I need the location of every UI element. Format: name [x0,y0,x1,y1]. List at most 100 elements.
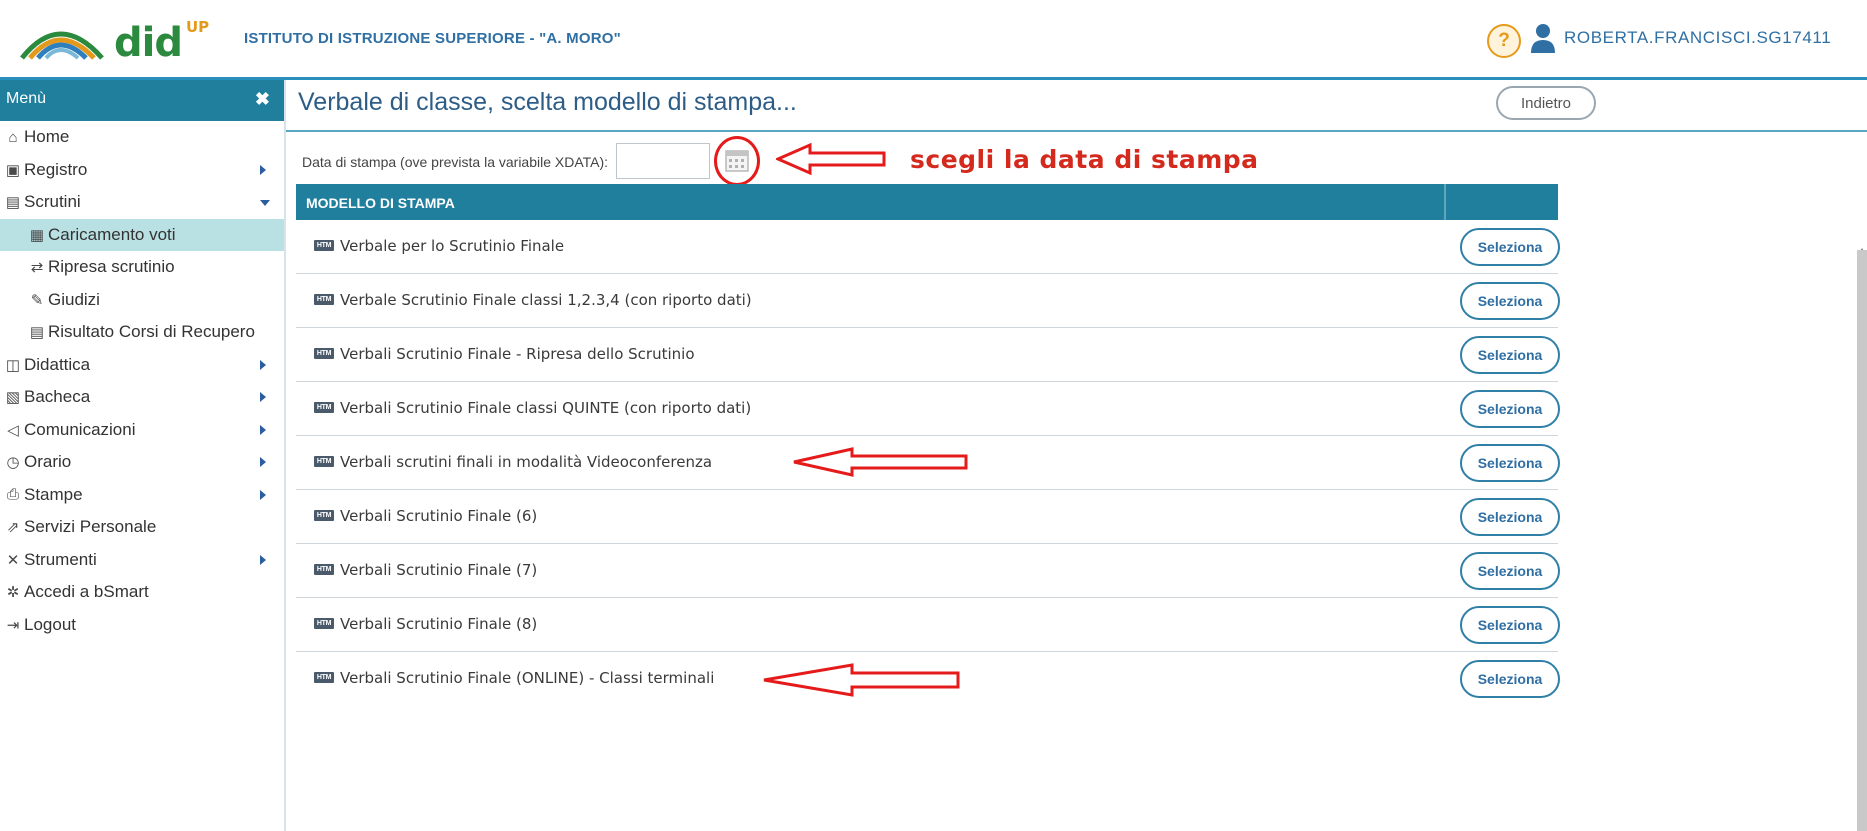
sidebar-item-label: Home [24,127,70,147]
user-name[interactable]: ROBERTA.FRANCISCI.SG17411 [1564,28,1831,48]
tools-icon: ✕ [6,551,20,569]
select-button[interactable]: Seleziona [1460,498,1560,536]
sidebar-item-ripresa-scrutinio[interactable]: ⇄ Ripresa scrutinio [0,251,284,284]
annotation-arrow-icon [763,663,960,697]
print-date-input[interactable] [616,143,710,179]
book-icon: ◫ [5,356,21,374]
user-icon[interactable] [1530,22,1556,54]
column-divider [1444,184,1446,220]
chevron-right-icon [260,424,266,435]
menu-header: Menù ✖ [0,80,284,121]
main-content: Verbale di classe, scelta modello di sta… [286,80,1867,831]
retweet-icon: ⇄ [30,259,44,277]
sidebar-item-label: Bacheca [24,387,91,407]
htm-file-icon: HTM [314,672,334,683]
column-header-modello: MODELLO DI STAMPA [306,195,455,211]
table-row: HTM Verbali Scrutinio Finale classi QUIN… [296,382,1560,436]
sidebar-menu: Menù ✖ ⌂ Home ▣ Registro ▤ Scrutini ▦ Ca… [0,80,286,831]
row-label: Verbali scrutini finali in modalità Vide… [340,453,713,471]
logo-superscript: UP [186,18,210,36]
sidebar-item-orario[interactable]: ◷ Orario [0,446,284,479]
chevron-right-icon [260,164,266,175]
didup-logo[interactable]: did UP [18,14,278,66]
select-button[interactable]: Seleziona [1460,390,1560,428]
document-icon: ▤ [5,194,21,212]
back-button[interactable]: Indietro [1496,86,1596,120]
select-button[interactable]: Seleziona [1460,552,1560,590]
share-icon: ⇗ [6,519,20,537]
megaphone-icon: ◁ [7,421,19,439]
sidebar-item-stampe[interactable]: ⎙ Stampe [0,479,284,512]
logo-text: did [114,20,183,66]
sidebar-item-label: Stampe [24,484,83,504]
row-label: Verbali Scrutinio Finale classi QUINTE (… [340,399,752,417]
table-row: HTM Verbali Scrutinio Finale (8) Selezio… [296,598,1560,652]
row-label: Verbali Scrutinio Finale (7) [340,561,538,579]
sidebar-item-label: Strumenti [24,549,97,569]
chevron-right-icon [260,392,266,402]
select-button[interactable]: Seleziona [1460,660,1560,698]
select-button[interactable]: Seleziona [1460,228,1560,266]
sidebar-item-label: Registro [24,159,88,179]
htm-file-icon: HTM [314,618,334,629]
row-label: Verbali Scrutinio Finale (8) [340,615,538,633]
sidebar-item-label: Logout [24,614,76,634]
chevron-right-icon [260,359,266,370]
htm-file-icon: HTM [314,564,334,575]
select-button[interactable]: Seleziona [1460,444,1560,482]
table-header: MODELLO DI STAMPA [296,184,1558,220]
help-icon[interactable]: ? [1487,24,1521,58]
sidebar-item-didattica[interactable]: ◫ Didattica [0,349,284,382]
sidebar-item-label: Orario [24,452,72,472]
printer-icon: ⎙ [6,486,19,504]
home-icon: ⌂ [8,128,18,146]
table-row: HTM Verbali Scrutinio Finale (7) Selezio… [296,544,1560,598]
sidebar-item-risultato-corsi[interactable]: ▤ Risultato Corsi di Recupero [0,316,284,349]
sidebar-item-registro[interactable]: ▣ Registro [0,154,284,187]
row-label: Verbale per lo Scrutinio Finale [340,237,565,255]
select-button[interactable]: Seleziona [1460,606,1560,644]
sidebar-item-label: Scrutini [24,192,81,212]
sidebar-item-scrutini[interactable]: ▤ Scrutini [0,186,284,219]
row-label: Verbali Scrutinio Finale - Ripresa dello… [340,345,695,363]
menu-title: Menù [6,90,47,107]
select-button[interactable]: Seleziona [1460,282,1560,320]
sidebar-item-strumenti[interactable]: ✕ Strumenti [0,544,284,577]
sidebar-item-caricamento-voti[interactable]: ▦ Caricamento voti [0,218,284,251]
sidebar-item-comunicazioni[interactable]: ◁ Comunicazioni [0,414,284,447]
close-icon[interactable]: ✖ [255,89,270,110]
table-row: HTM Verbali Scrutinio Finale - Ripresa d… [296,328,1560,382]
date-label: Data di stampa (ove prevista la variabil… [302,154,609,170]
newspaper-icon: ▧ [5,389,21,407]
sidebar-item-servizi-personale[interactable]: ⇗ Servizi Personale [0,511,284,544]
sidebar-item-home[interactable]: ⌂ Home [0,121,284,154]
school-name: ISTITUTO DI ISTRUZIONE SUPERIORE - "A. M… [244,30,621,47]
calendar-check-icon: ▣ [5,161,21,179]
chevron-right-icon [260,489,266,500]
sidebar-item-label: Servizi Personale [24,517,157,537]
logout-icon: ⇥ [6,616,20,634]
chevron-right-icon [260,554,266,565]
sidebar-item-label: Accedi a bSmart [24,582,149,602]
sidebar-item-bacheca[interactable]: ▧ Bacheca [0,381,284,414]
row-label: Verbali Scrutinio Finale (ONLINE) - Clas… [340,669,715,687]
sidebar-item-label: Ripresa scrutinio [48,257,175,277]
table-row: HTM Verbale Scrutinio Finale classi 1,2.… [296,274,1560,328]
htm-file-icon: HTM [314,348,334,359]
htm-file-icon: HTM [314,510,334,521]
sidebar-item-giudizi[interactable]: ✎ Giudizi [0,284,284,317]
edit-icon: ✎ [30,291,44,309]
document-icon: ▤ [29,324,45,342]
select-button[interactable]: Seleziona [1460,336,1560,374]
sidebar-item-label: Caricamento voti [48,224,176,244]
sidebar-item-logout[interactable]: ⇥ Logout [0,609,284,642]
htm-file-icon: HTM [314,402,334,413]
bsmart-icon: ✲ [6,584,20,602]
annotation-circle [714,136,760,186]
chevron-right-icon [260,457,266,467]
scrollbar[interactable] [1857,250,1867,831]
sidebar-item-bsmart[interactable]: ✲ Accedi a bSmart [0,576,284,609]
grid-icon: ▦ [29,226,45,244]
annotation-arrow-icon [793,447,968,477]
row-label: Verbale Scrutinio Finale classi 1,2.3,4 … [340,291,752,309]
